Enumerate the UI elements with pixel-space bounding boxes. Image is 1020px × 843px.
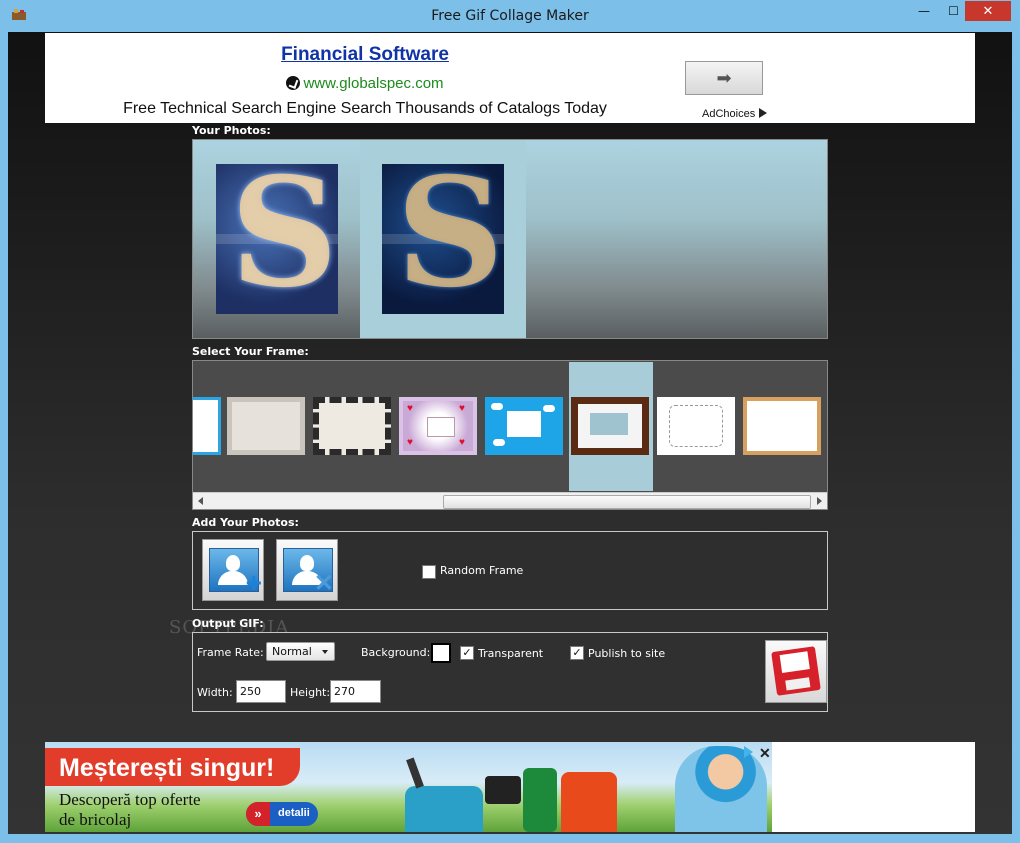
remove-user-icon: ✕: [283, 548, 334, 596]
scroll-right-icon[interactable]: [817, 497, 822, 505]
banner-details-button[interactable]: » detalii: [246, 802, 318, 826]
width-input[interactable]: 250: [236, 680, 286, 703]
banner-image[interactable]: Meșterești singur! Descoperă top oferte …: [45, 742, 772, 832]
publish-checkbox[interactable]: ✓: [570, 646, 584, 660]
frame-option-sky[interactable]: [485, 397, 563, 455]
ad-description[interactable]: Free Technical Search Engine Search Thou…: [45, 100, 685, 118]
app-window: Free Gif Collage Maker — ☐ ✕ Financial S…: [0, 0, 1020, 843]
cloud-icon: [543, 405, 555, 412]
banner-subtitle-line1: Descoperă top oferte: [59, 790, 201, 809]
frame-option-checker[interactable]: [313, 397, 391, 455]
frame-rate-select[interactable]: Normal: [266, 642, 335, 661]
scrollbar-thumb[interactable]: [443, 495, 811, 509]
ad-arrow-button[interactable]: ➡: [685, 61, 763, 95]
tool-case-image: [485, 776, 521, 804]
photo-glyph: S: [230, 164, 338, 314]
heart-icon: ♥: [407, 403, 413, 414]
heart-icon: ♥: [459, 437, 465, 448]
globalspec-logo-icon: [286, 76, 301, 90]
random-frame-checkbox[interactable]: [422, 565, 436, 579]
chevron-down-icon: [322, 650, 328, 654]
save-gif-button[interactable]: [765, 640, 827, 703]
minimize-button[interactable]: —: [909, 1, 939, 21]
top-ad-banner[interactable]: Financial Software www.globalspec.com Fr…: [45, 33, 975, 123]
frame-rate-value: Normal: [272, 645, 312, 658]
add-photos-label: Add Your Photos:: [192, 516, 299, 529]
output-panel: Frame Rate: Normal Background: ✓ Transpa…: [192, 632, 828, 712]
lawnmower-image: [405, 786, 483, 832]
double-chevron-icon: »: [246, 802, 270, 826]
frame-rate-label: Frame Rate:: [197, 646, 264, 659]
add-user-icon: +: [209, 548, 262, 597]
publish-label[interactable]: Publish to site: [588, 647, 665, 660]
heart-icon: ♥: [459, 403, 465, 414]
background-color-swatch[interactable]: [431, 643, 451, 663]
drill-image: [523, 768, 557, 832]
background-label: Background:: [361, 646, 431, 659]
banner-subtitle-line2: de bricolaj: [59, 810, 132, 829]
title-bar[interactable]: Free Gif Collage Maker — ☐ ✕: [0, 0, 1020, 32]
adchoices-label: AdChoices: [702, 108, 756, 120]
cloud-icon: [493, 439, 505, 446]
user-shoulder-shape: [218, 571, 248, 585]
height-label: Height:: [290, 686, 331, 699]
adchoices-link[interactable]: AdChoices: [702, 108, 768, 120]
frame-option-wood-light[interactable]: [743, 397, 821, 455]
close-ad-icon[interactable]: ✕: [759, 745, 771, 762]
cloud-icon: [491, 403, 503, 410]
ad-headline-link[interactable]: Financial Software: [45, 44, 685, 66]
add-photo-button[interactable]: +: [202, 539, 264, 601]
select-frame-label: Select Your Frame:: [192, 345, 309, 358]
frame-option-stone[interactable]: [227, 397, 305, 455]
adchoices-icon: [759, 108, 768, 118]
scroll-left-icon[interactable]: [198, 497, 203, 505]
user-head-shape: [226, 555, 240, 571]
window-title: Free Gif Collage Maker: [431, 8, 589, 24]
frame-option-puzzle[interactable]: [657, 397, 735, 455]
width-label: Width:: [197, 686, 233, 699]
photo-thumbnail-selected[interactable]: S: [382, 164, 504, 314]
ad-url-row[interactable]: www.globalspec.com: [45, 75, 685, 92]
frames-scrollbar[interactable]: [193, 492, 827, 509]
heart-icon: ♥: [407, 437, 413, 448]
pressure-washer-image: [561, 772, 617, 832]
banner-title: Meșterești singur!: [59, 754, 275, 782]
add-photos-panel: + ✕ Random Frame: [192, 531, 828, 610]
photos-panel[interactable]: S S: [192, 139, 828, 339]
save-disk-icon: [771, 646, 821, 696]
bottom-ad-banner[interactable]: Meșterești singur! Descoperă top oferte …: [45, 742, 975, 832]
frame-option-hearts[interactable]: ♥ ♥ ♥ ♥: [399, 397, 477, 455]
x-icon: ✕: [313, 570, 334, 597]
your-photos-label: Your Photos:: [192, 124, 271, 137]
height-input[interactable]: 270: [330, 680, 381, 703]
worker-image: [675, 746, 767, 832]
random-frame-label[interactable]: Random Frame: [440, 564, 523, 577]
photo-thumbnail[interactable]: S: [216, 164, 338, 314]
frames-panel[interactable]: ♥ ♥ ♥ ♥: [192, 360, 828, 510]
transparent-label[interactable]: Transparent: [478, 647, 543, 660]
transparent-checkbox[interactable]: ✓: [460, 646, 474, 660]
frame-option-blue-border[interactable]: [193, 397, 221, 455]
plus-icon: +: [245, 567, 262, 598]
remove-photo-button[interactable]: ✕: [276, 539, 338, 601]
adchoices-icon[interactable]: [744, 746, 753, 758]
maximize-button[interactable]: ☐: [939, 1, 968, 21]
ad-url[interactable]: www.globalspec.com: [303, 75, 443, 92]
client-area: Financial Software www.globalspec.com Fr…: [8, 32, 1012, 834]
frame-option-wood-dark[interactable]: [571, 397, 649, 455]
output-gif-label: Output GIF:: [192, 617, 264, 630]
close-button[interactable]: ✕: [965, 1, 1011, 21]
banner-details-label: detalii: [278, 807, 310, 819]
user-head-shape: [300, 555, 314, 571]
photo-glyph: S: [396, 164, 504, 314]
arrow-right-icon: ➡: [716, 67, 732, 88]
